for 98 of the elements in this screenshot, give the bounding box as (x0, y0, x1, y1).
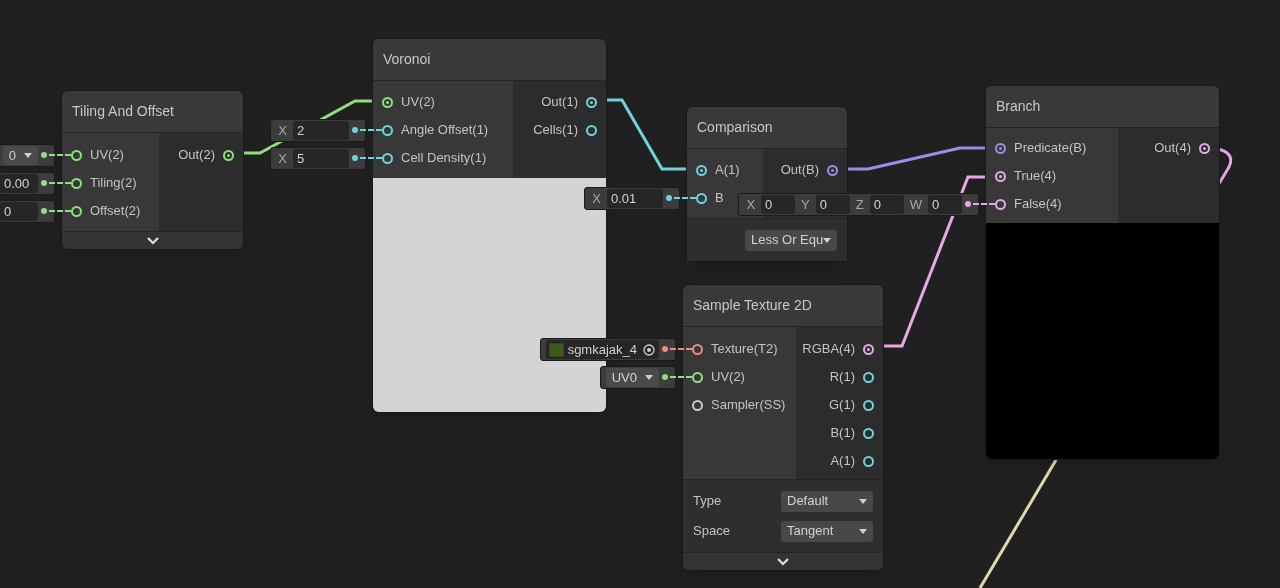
node-title: Voronoi (383, 50, 431, 69)
node-card[interactable]: Branch Predicate(B) True(4) False(4) Out(4) (985, 85, 1220, 460)
port-icon[interactable] (696, 164, 707, 176)
axis-label: X (277, 149, 288, 168)
expand-chevron-icon[interactable] (777, 557, 789, 566)
caret-icon (24, 153, 32, 158)
port-label: Texture(T2) (711, 340, 778, 359)
port-icon[interactable] (995, 170, 1006, 182)
port-label: UV(2) (711, 368, 745, 387)
port-icon[interactable] (827, 164, 838, 176)
port-label: Offset(2) (90, 202, 141, 221)
axis-label: W (908, 195, 923, 214)
port-icon[interactable] (863, 371, 874, 383)
port-label: Cells(1) (533, 121, 578, 140)
port-icon[interactable] (863, 343, 874, 355)
port-label: Out(4) (1154, 139, 1191, 158)
port-icon[interactable] (586, 124, 597, 136)
value-field[interactable]: 0 (761, 195, 796, 214)
connector-line (41, 182, 71, 184)
port-icon[interactable] (586, 96, 597, 108)
caret-icon (823, 237, 832, 243)
connector-line (662, 348, 692, 350)
node-title: Branch (996, 97, 1041, 116)
port-label: Sampler(SS) (711, 396, 786, 415)
port-icon[interactable] (692, 343, 703, 355)
port-icon[interactable] (382, 124, 393, 136)
node-title: Tiling And Offset (72, 102, 174, 121)
port-icon[interactable] (863, 427, 874, 439)
value-field[interactable]: 0.00 (0, 174, 38, 193)
control-label: Space (693, 522, 730, 541)
value-field[interactable]: 0 (869, 195, 904, 214)
connector-line (352, 157, 382, 159)
port-label: Tiling(2) (90, 174, 137, 193)
port-label: Out(B) (780, 161, 819, 180)
caret-icon (859, 498, 867, 504)
port-icon[interactable] (995, 198, 1006, 210)
port-icon[interactable] (696, 192, 707, 204)
port-label: B (715, 189, 724, 208)
dropdown[interactable]: 0 (2, 146, 38, 165)
port-icon[interactable] (71, 149, 82, 161)
value-field[interactable]: 5 (293, 149, 349, 168)
dropdown[interactable]: Less Or Equ (745, 229, 837, 251)
port-label: Predicate(B) (1014, 139, 1087, 158)
node-card[interactable]: Sample Texture 2D Texture(T2) UV(2) Sampler(SS) RGBA(4) R(1) G(1) B(1) A(1) Type Default Space Tangent (682, 284, 884, 571)
node-card[interactable]: Tiling And Offset UV(2) Tiling(2) Offset(2) Out(2) (61, 90, 244, 250)
port-label: False(4) (1014, 195, 1062, 214)
port-label: A(1) (830, 452, 855, 471)
port-icon[interactable] (863, 399, 874, 411)
port-icon[interactable] (71, 177, 82, 189)
connector-line (352, 129, 382, 131)
port-label: Cell Density(1) (401, 149, 487, 168)
object-picker-icon[interactable] (643, 343, 655, 356)
port-label: Out(1) (541, 93, 578, 112)
value-field[interactable]: 0 (928, 195, 962, 214)
port-icon[interactable] (223, 149, 234, 161)
texture-field[interactable]: sgmkajak_4 (545, 340, 659, 359)
port-icon[interactable] (382, 152, 393, 164)
port-label: UV(2) (90, 146, 124, 165)
texture-thumbnail (548, 342, 564, 357)
connector-line (666, 197, 696, 199)
dropdown[interactable]: UV0 (605, 368, 659, 387)
connector-line (41, 210, 71, 212)
axis-label: Y (800, 195, 811, 214)
port-label: B(1) (830, 424, 855, 443)
value-field[interactable]: 0.01 (607, 189, 663, 208)
caret-icon (645, 375, 653, 380)
port-icon[interactable] (71, 205, 82, 217)
port-label: True(4) (1014, 167, 1057, 186)
caret-icon (859, 528, 867, 534)
connector-line (41, 154, 71, 156)
port-label: A(1) (715, 161, 740, 180)
value-field[interactable]: 0 (815, 195, 850, 214)
node-title: Comparison (697, 118, 773, 137)
port-icon[interactable] (995, 142, 1006, 154)
value-field[interactable]: 0 (0, 202, 38, 221)
axis-label: X (745, 195, 757, 214)
control-label: Type (693, 492, 722, 511)
axis-label: Z (854, 195, 865, 214)
port-label: R(1) (829, 368, 855, 387)
axis-label: X (591, 189, 602, 208)
port-icon[interactable] (1199, 142, 1210, 154)
expand-chevron-icon[interactable] (146, 236, 159, 245)
port-icon[interactable] (692, 399, 703, 411)
port-label: RGBA(4) (802, 340, 855, 359)
value-field[interactable]: 2 (293, 121, 349, 140)
dropdown[interactable]: Tangent (781, 520, 873, 542)
port-label: G(1) (829, 396, 855, 415)
connector-line (662, 376, 692, 378)
port-label: UV(2) (401, 93, 435, 112)
port-icon[interactable] (382, 96, 393, 108)
port-label: Out(2) (178, 146, 215, 165)
port-label: Angle Offset(1) (401, 121, 489, 140)
axis-label: X (277, 121, 288, 140)
connector-line (965, 203, 995, 205)
port-icon[interactable] (692, 371, 703, 383)
node-title: Sample Texture 2D (693, 296, 812, 315)
port-icon[interactable] (863, 455, 874, 467)
dropdown[interactable]: Default (781, 490, 873, 512)
